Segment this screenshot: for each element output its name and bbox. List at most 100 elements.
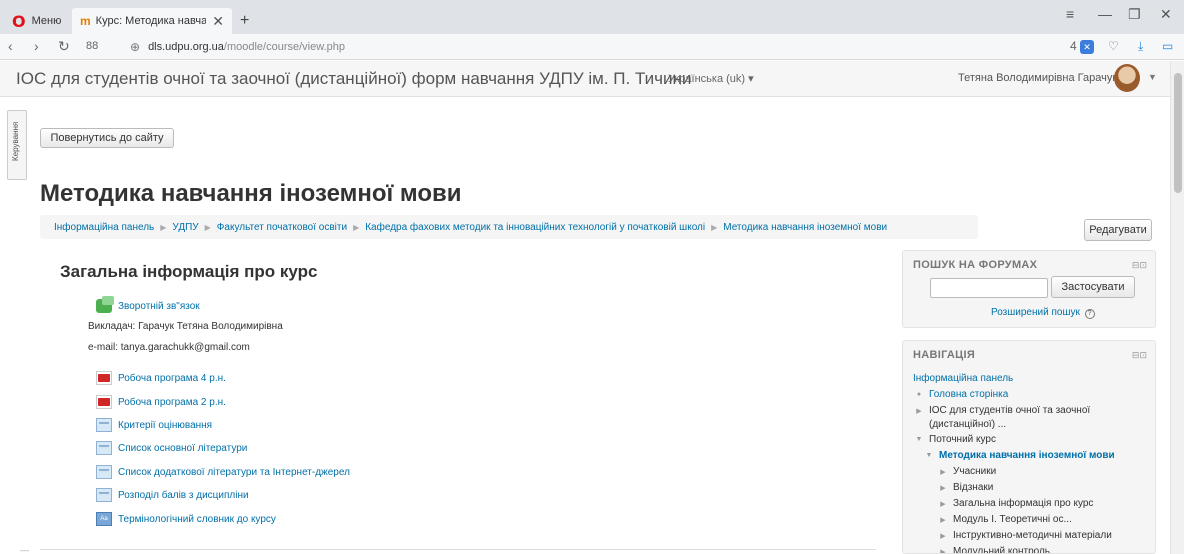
section-divider [40, 549, 876, 550]
battery-icon[interactable]: ▭ [1162, 39, 1173, 53]
forward-nav-icon[interactable]: › [34, 38, 39, 54]
file-icon [96, 441, 112, 455]
nav-site-continued[interactable]: (дистанційної) ... [929, 419, 1006, 430]
chevron-right-icon: ▶ [940, 468, 946, 476]
resource-link[interactable]: Робоча програма 2 р.н. [96, 395, 226, 409]
breadcrumb-faculty[interactable]: Факультет початкової освіти [217, 222, 347, 233]
site-header: ІОС для студентів очної та заочної (дист… [0, 61, 1170, 97]
resource-link[interactable]: Список основної літератури [96, 441, 247, 455]
block-controls-icon[interactable]: ⊟⊡ [1132, 260, 1147, 271]
pdf-icon [96, 395, 112, 409]
breadcrumb-separator-icon: ▶ [353, 222, 360, 232]
chevron-right-icon: ▶ [940, 500, 946, 508]
nav-instructional-materials[interactable]: ▶ Інструктивно-методичні матеріали [939, 530, 1112, 541]
chevron-right-icon: ▶ [916, 407, 922, 415]
nav-course[interactable]: ▼ Методика навчання іноземної мови [925, 450, 1115, 461]
close-window-icon[interactable]: ✕ [1160, 6, 1172, 23]
feedback-link[interactable]: Зворотній зв"язок [96, 296, 200, 313]
edit-button[interactable]: Редагувати [1084, 219, 1152, 241]
teacher-info: Викладач: Гарачук Тетяна Володимирівна [88, 321, 283, 332]
chevron-right-icon: ▶ [940, 532, 946, 540]
url-path: /moodle/course/view.php [223, 41, 345, 53]
resource-link[interactable]: Робоча програма 4 р.н. [96, 371, 226, 385]
resource-label: Список додаткової літератури та Інтернет… [118, 466, 350, 478]
nav-general-info[interactable]: ▶ Загальна інформація про курс [939, 498, 1093, 509]
close-tab-icon[interactable]: ✕ [212, 13, 224, 30]
section-title: Загальна інформація про курс [60, 262, 318, 281]
help-icon[interactable]: ? [1084, 309, 1095, 319]
chevron-right-icon: ▶ [940, 516, 946, 524]
scrollbar-thumb[interactable] [1174, 73, 1182, 193]
avatar[interactable] [1114, 64, 1140, 92]
chevron-right-icon: ▶ [940, 548, 946, 554]
nav-module-control[interactable]: ▶ Модульний контроль [939, 546, 1050, 554]
chat-icon [96, 296, 114, 313]
tab-title: Курс: Методика навчання [95, 15, 206, 27]
back-nav-icon[interactable]: ‹ [8, 38, 13, 54]
resource-label: Критерії оцінювання [118, 419, 213, 431]
address-bar: ‹ › ↻ 88 ⊕ dls.udpu.org.ua /moodle/cours… [0, 34, 1184, 60]
nav-site[interactable]: ▶ ІОС для студентів очної та заочної [915, 405, 1090, 416]
glossary-icon: Aa [96, 512, 112, 526]
adblock-icon: ✕ [1080, 39, 1095, 54]
block-title: НАВІГАЦІЯ [913, 349, 976, 361]
site-name[interactable]: ІОС для студентів очної та заочної (дист… [16, 69, 691, 89]
dock-admin-tab[interactable]: Керування [7, 110, 27, 180]
nav-current-course[interactable]: ▼ Поточний курс [915, 434, 996, 445]
resource-link[interactable]: Розподіл балів з дисципліни [96, 488, 249, 502]
speed-dial-icon[interactable]: 88 [86, 40, 98, 52]
minimize-icon[interactable]: — [1098, 6, 1112, 22]
navigation-block: НАВІГАЦІЯ ⊟⊡ Інформаційна панель ● Голов… [902, 340, 1156, 554]
page-scrollbar[interactable] [1170, 61, 1184, 554]
file-icon [96, 418, 112, 432]
glossary-link[interactable]: Aa Термінологічний словник до курсу [96, 512, 276, 526]
breadcrumb-dashboard[interactable]: Інформаційна панель [54, 222, 154, 233]
file-icon [96, 465, 112, 479]
resource-label: Термінологічний словник до курсу [118, 513, 276, 525]
download-icon[interactable]: ⤓ [1138, 39, 1143, 54]
language-menu[interactable]: Українська (uk) ▾ [668, 72, 754, 85]
nav-badges[interactable]: ▶ Відзнаки [939, 482, 993, 493]
resource-label: Робоча програма 4 р.н. [118, 372, 226, 384]
chevron-down-icon[interactable]: ▼ [1148, 72, 1157, 82]
pdf-icon [96, 371, 112, 385]
resource-link[interactable]: Критерії оцінювання [96, 418, 212, 432]
block-controls-icon[interactable]: ⊟⊡ [1132, 350, 1147, 361]
page-title: Методика навчання іноземної мови [40, 180, 462, 207]
apply-button[interactable]: Застосувати [1051, 276, 1135, 298]
heart-icon[interactable]: ♡ [1108, 39, 1119, 53]
browser-tab[interactable]: m Курс: Методика навчання ✕ [72, 8, 232, 34]
breadcrumb: Інформаційна панель ▶ УДПУ ▶ Факультет п… [40, 215, 978, 239]
adblock-badge[interactable]: 4 ✕ [1070, 39, 1095, 54]
nav-module-1[interactable]: ▶ Модуль І. Теоретичні ос... [939, 514, 1072, 525]
nav-home[interactable]: ● Головна сторінка [915, 389, 1008, 400]
url-field[interactable]: ⊕ dls.udpu.org.ua /moodle/course/view.ph… [130, 38, 1130, 56]
dock-label: Керування [11, 121, 20, 161]
breadcrumb-department[interactable]: Кафедра фахових методик та інноваційних … [365, 222, 705, 233]
opera-menu-button[interactable]: O Меню [12, 8, 61, 34]
new-tab-button[interactable]: + [240, 8, 249, 34]
reload-icon[interactable]: ↻ [58, 38, 70, 55]
tabs-menu-icon[interactable]: ≡ [1066, 6, 1074, 22]
breadcrumb-separator-icon: ▶ [204, 222, 211, 232]
breadcrumb-university[interactable]: УДПУ [172, 222, 198, 233]
bullet-icon: ● [916, 391, 922, 398]
resource-label: Робоча програма 2 р.н. [118, 396, 226, 408]
user-name[interactable]: Тетяна Володимирівна Гарачук [958, 72, 1117, 84]
email-info: e-mail: tanya.garachukk@gmail.com [88, 342, 250, 353]
resource-link[interactable]: Список додаткової літератури та Інтернет… [96, 465, 350, 479]
forum-search-input[interactable] [930, 278, 1048, 298]
restore-icon[interactable]: ❐ [1128, 6, 1141, 23]
chevron-down-icon: ▼ [915, 436, 923, 443]
menu-label: Меню [31, 15, 62, 27]
search-forums-block: ПОШУК НА ФОРУМАХ ⊟⊡ Застосувати Розширен… [902, 250, 1156, 328]
url-domain: dls.udpu.org.ua [148, 41, 224, 53]
breadcrumb-course[interactable]: Методика навчання іноземної мови [723, 222, 887, 233]
nav-participants[interactable]: ▶ Учасники [939, 466, 996, 477]
nav-dashboard[interactable]: Інформаційна панель [913, 373, 1013, 384]
browser-tab-bar: O Меню m Курс: Методика навчання ✕ + ≡ —… [0, 0, 1184, 34]
breadcrumb-separator-icon: ▶ [711, 222, 718, 232]
advanced-search-link[interactable]: Розширений пошук ? [991, 307, 1095, 319]
back-to-site-button[interactable]: Повернутись до сайту [40, 128, 174, 148]
chevron-down-icon: ▼ [925, 452, 933, 459]
